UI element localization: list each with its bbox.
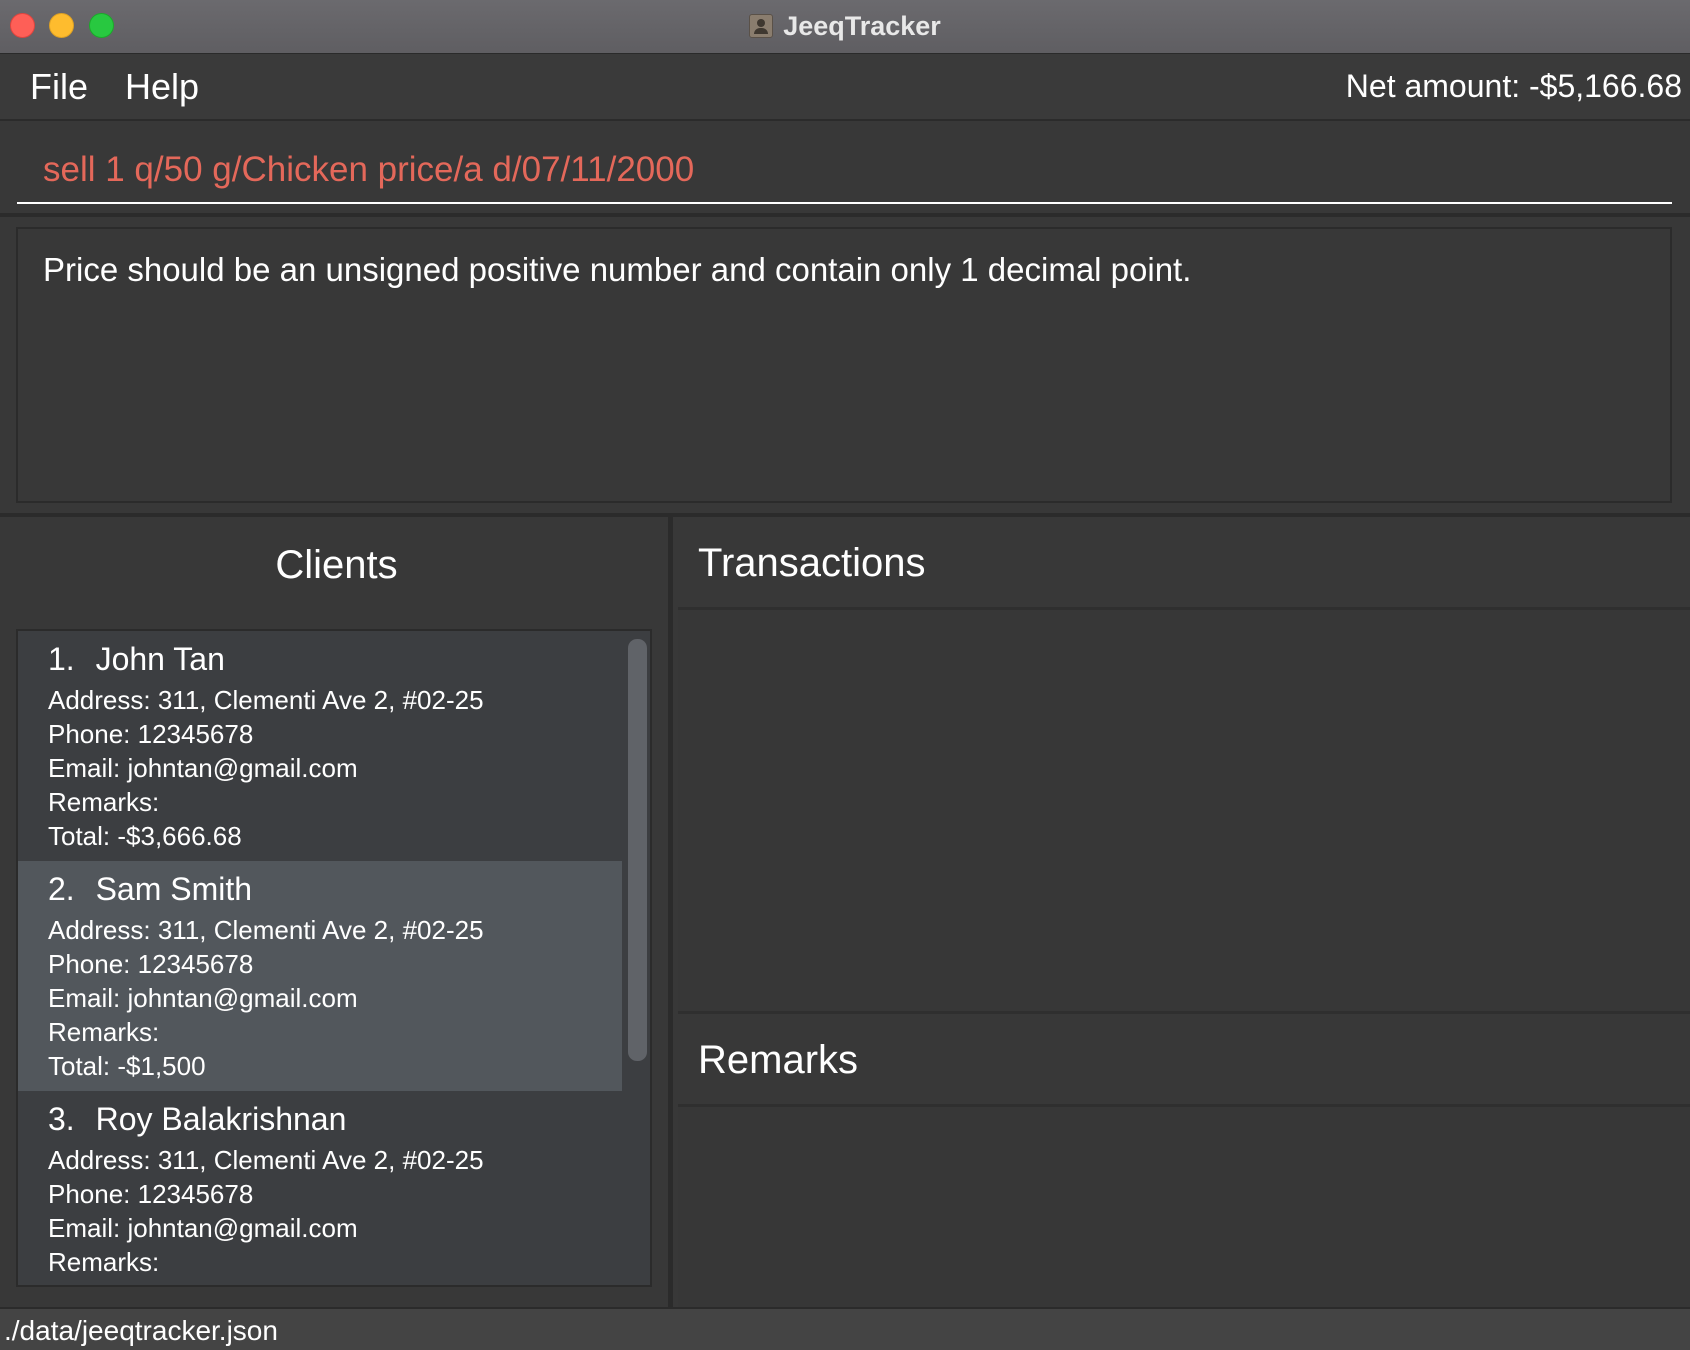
status-bar: ./data/jeeqtracker.json <box>0 1307 1690 1350</box>
client-address: Address: 311, Clementi Ave 2, #02-25 <box>48 915 484 945</box>
client-name-row: 3. Roy Balakrishnan <box>48 1101 592 1139</box>
client-total: Total: $0.00 <box>48 1279 592 1285</box>
command-box-area <box>0 121 1690 217</box>
client-list[interactable]: 1. John Tan Address: 311, Clementi Ave 2… <box>16 629 652 1287</box>
clients-panel: Clients 1. John Tan Address: 311, Clemen… <box>0 517 673 1307</box>
client-phone: Phone: 12345678 <box>48 719 254 749</box>
window-title: JeeqTracker <box>783 10 941 41</box>
menu-bar: File Help Net amount: -$5,166.68 <box>0 54 1690 121</box>
save-file-path: ./data/jeeqtracker.json <box>4 1315 278 1346</box>
client-address: Address: 311, Clementi Ave 2, #02-25 <box>48 1145 484 1175</box>
transactions-header: Transactions <box>678 517 1690 610</box>
client-name-row: 2. Sam Smith <box>48 871 592 909</box>
result-display-area: Price should be an unsigned positive num… <box>0 221 1690 517</box>
remarks-content <box>678 1107 1690 1307</box>
client-phone: Phone: 12345678 <box>48 949 254 979</box>
remarks-title: Remarks <box>698 1038 859 1082</box>
clients-title: Clients <box>275 543 398 587</box>
client-name: Sam Smith <box>95 871 253 907</box>
client-index: 3. <box>48 1101 75 1137</box>
client-name-row: 1. John Tan <box>48 641 592 679</box>
client-name: John Tan <box>95 641 225 677</box>
client-list-scrollbar-thumb[interactable] <box>628 639 647 1061</box>
client-phone: Phone: 12345678 <box>48 1179 254 1209</box>
client-card[interactable]: 3. Roy Balakrishnan Address: 311, Clemen… <box>18 1091 622 1285</box>
client-card-selected[interactable]: 2. Sam Smith Address: 311, Clementi Ave … <box>18 861 622 1091</box>
client-remarks: Remarks: <box>48 1247 160 1277</box>
client-email: Email: johntan@gmail.com <box>48 1213 358 1243</box>
app-icon <box>749 14 774 38</box>
remarks-header: Remarks <box>678 1014 1690 1107</box>
menu-file[interactable]: File <box>30 66 88 108</box>
client-index: 1. <box>48 641 75 677</box>
client-index: 2. <box>48 871 75 907</box>
client-card[interactable]: 1. John Tan Address: 311, Clementi Ave 2… <box>18 631 622 861</box>
transactions-list[interactable] <box>678 610 1690 1014</box>
client-remarks: Remarks: <box>48 1017 160 1047</box>
client-name: Roy Balakrishnan <box>95 1101 347 1137</box>
net-amount-label: Net amount: -$5,166.68 <box>1345 68 1682 104</box>
client-total: Total: -$3,666.68 <box>48 821 242 851</box>
client-email: Email: johntan@gmail.com <box>48 753 358 783</box>
title-bar: JeeqTracker <box>0 0 1690 54</box>
window-title-group: JeeqTracker <box>0 0 1690 52</box>
menu-help[interactable]: Help <box>125 66 199 108</box>
client-remarks: Remarks: <box>48 787 160 817</box>
client-address: Address: 311, Clementi Ave 2, #02-25 <box>48 685 484 715</box>
client-total: Total: -$1,500 <box>48 1051 206 1081</box>
transactions-title: Transactions <box>698 541 926 585</box>
command-input[interactable] <box>17 137 1672 204</box>
client-email: Email: johntan@gmail.com <box>48 983 358 1013</box>
result-display: Price should be an unsigned positive num… <box>16 227 1672 503</box>
